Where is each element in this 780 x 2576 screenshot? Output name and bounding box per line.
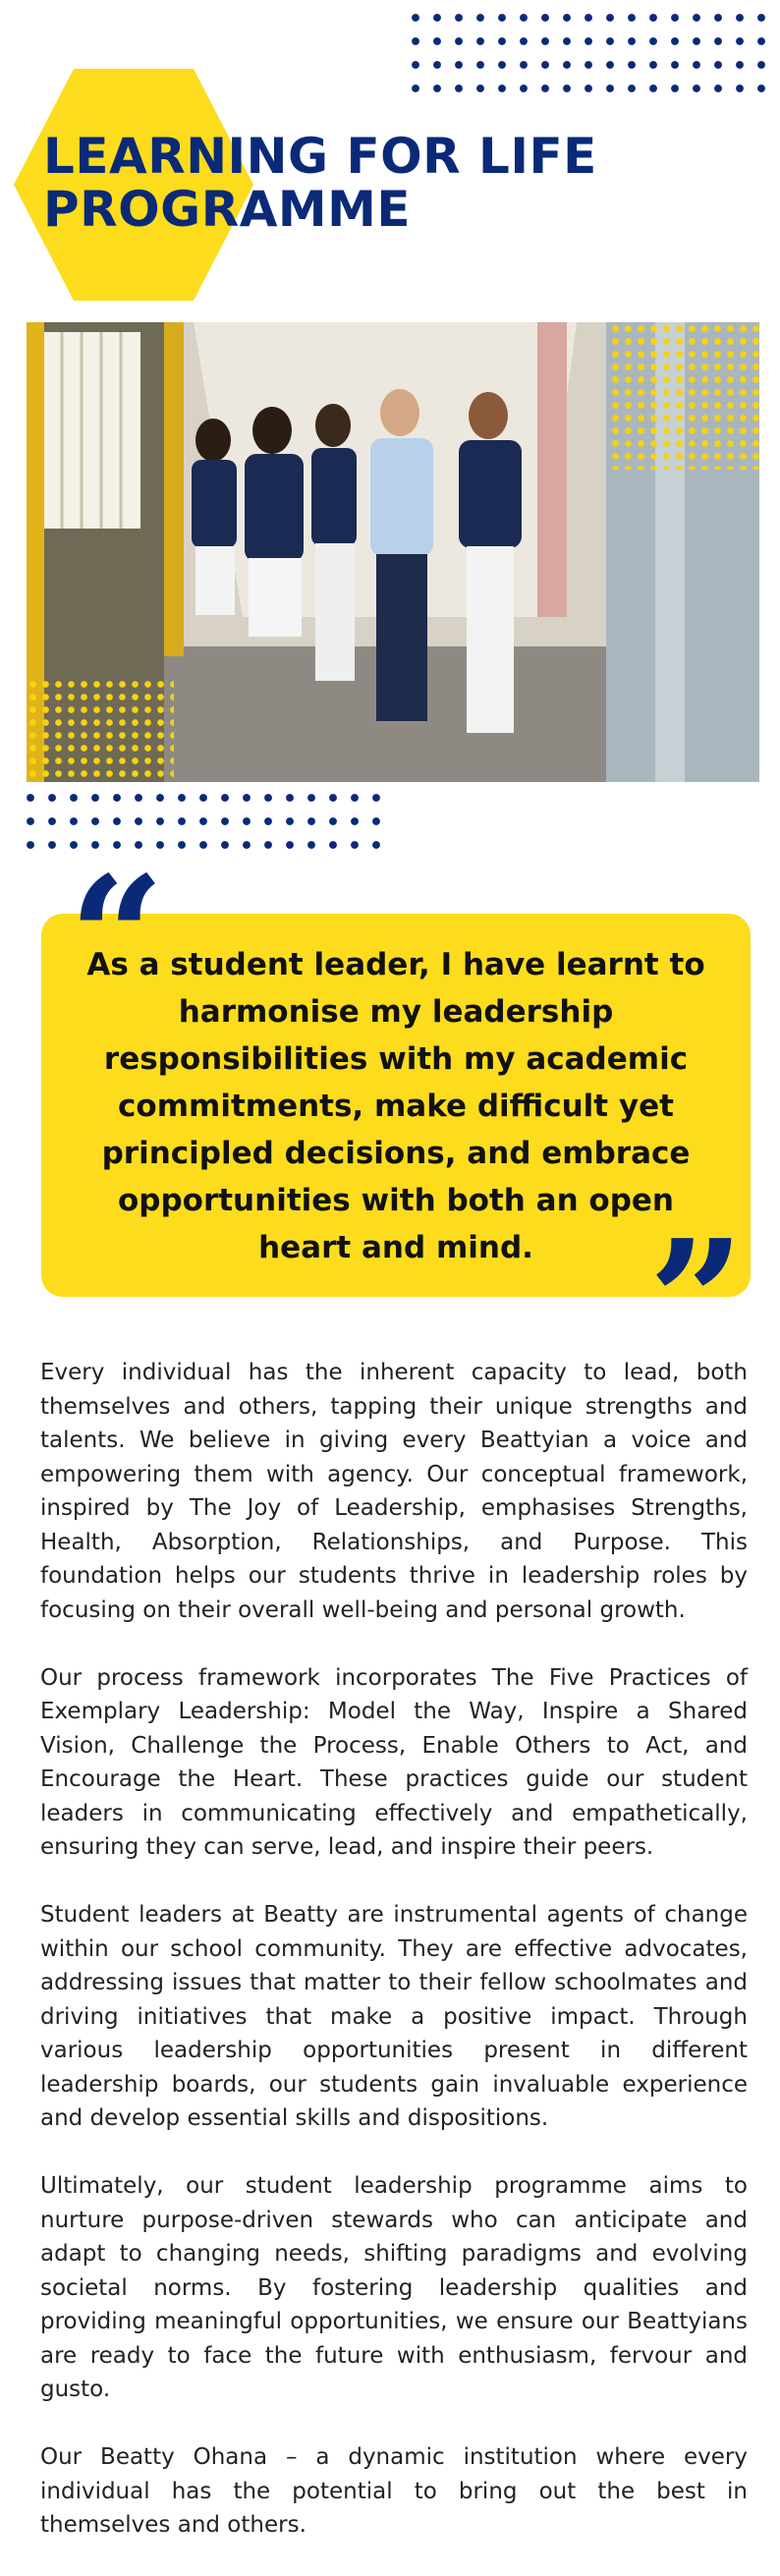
paragraph-3: Student leaders at Beatty are instrument… <box>40 1902 748 2131</box>
paragraph-1: Every individual has the inherent capaci… <box>40 1360 748 1623</box>
page-title: LEARNING FOR LIFE PROGRAMME <box>43 128 597 238</box>
paragraph-2: Our process framework incorporates The F… <box>40 1664 748 1861</box>
photo-yellow-dots-left <box>27 678 174 782</box>
paragraph-5: Our Beatty Ohana – a dynamic institution… <box>40 2444 748 2538</box>
photo-yellow-dots-right <box>609 322 759 470</box>
paragraph-4: Ultimately, our student leadership progr… <box>40 2173 748 2402</box>
body-text: Every individual has the inherent capaci… <box>40 1356 748 2576</box>
quote-text: As a student leader, I have learnt to ha… <box>86 947 705 1265</box>
decorative-dot-grid-top <box>405 6 770 100</box>
